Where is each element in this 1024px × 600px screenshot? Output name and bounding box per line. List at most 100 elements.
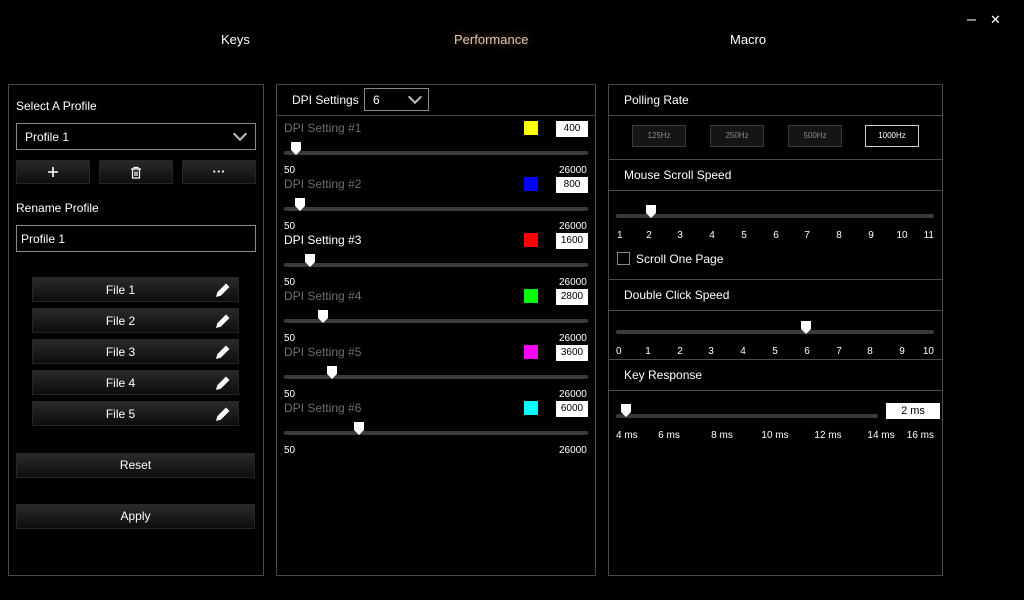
dpi-setting-5-slider-thumb[interactable] [327, 366, 337, 379]
key-response-tick: 4 ms [616, 430, 638, 441]
polling-rate-125[interactable]: 125Hz [632, 125, 686, 147]
file-item-label: File 4 [105, 376, 136, 390]
key-response-tick: 12 ms [814, 430, 842, 441]
profile-dropdown[interactable]: Profile 1 [16, 123, 256, 150]
double-click-speed-slider-thumb[interactable] [801, 321, 811, 334]
dpi-setting-1-label: DPI Setting #1 [284, 121, 362, 135]
double-click-speed-tick: 0 [616, 346, 622, 357]
dpi-setting-4-color-swatch[interactable] [524, 289, 538, 303]
dpi-panel [276, 84, 596, 576]
rename-profile-input[interactable]: Profile 1 [16, 225, 256, 252]
key-response-tick: 14 ms [867, 430, 895, 441]
close-button[interactable]: ✕ [990, 12, 1001, 28]
dpi-setting-6-value[interactable]: 6000 [556, 401, 588, 417]
key-response-tick: 10 ms [761, 430, 789, 441]
file-item-2[interactable]: File 2 [32, 308, 239, 333]
key-response-value[interactable]: 2 ms [886, 403, 940, 419]
tab-keys[interactable]: Keys [221, 32, 250, 47]
pencil-icon[interactable] [215, 375, 231, 391]
dpi-max-label: 26000 [559, 445, 587, 456]
dpi-setting-6-slider-thumb[interactable] [354, 422, 364, 435]
divider [609, 115, 942, 116]
dpi-setting-1-slider-thumb[interactable] [291, 142, 301, 155]
dpi-setting-6-slider[interactable] [284, 431, 588, 435]
scroll-speed-tick: 11 [923, 230, 934, 241]
dpi-max-label: 26000 [559, 165, 587, 176]
dpi-min-label: 50 [284, 445, 296, 456]
file-item-3[interactable]: File 3 [32, 339, 239, 364]
divider [609, 359, 942, 360]
dpi-setting-3-slider-thumb[interactable] [305, 254, 315, 267]
double-click-speed-tick: 4 [740, 346, 746, 357]
double-click-speed-tick: 8 [867, 346, 873, 357]
pencil-icon[interactable] [215, 406, 231, 422]
dpi-settings-label: DPI Settings [292, 93, 359, 107]
polling-rate-250[interactable]: 250Hz [710, 125, 764, 147]
pencil-icon[interactable] [215, 282, 231, 298]
more-options-button[interactable]: ··· [182, 160, 256, 184]
scroll-speed-tick: 9 [868, 230, 874, 241]
key-response-slider[interactable] [616, 414, 878, 418]
dpi-count-dropdown[interactable]: 6 [364, 88, 429, 111]
dpi-setting-5-value[interactable]: 3600 [556, 345, 588, 361]
file-item-1[interactable]: File 1 [32, 277, 239, 302]
scroll-speed-tick: 2 [646, 230, 652, 241]
delete-profile-button[interactable] [99, 160, 173, 184]
scroll-speed-slider-thumb[interactable] [646, 205, 656, 218]
divider [277, 115, 595, 116]
polling-rate-label: Polling Rate [624, 93, 689, 107]
minimize-button[interactable]: – [967, 12, 976, 28]
scroll-speed-tick: 4 [709, 230, 715, 241]
scroll-one-page-checkbox[interactable] [617, 252, 630, 265]
reset-button[interactable]: Reset [16, 453, 255, 478]
key-response-label: Key Response [624, 368, 703, 382]
select-profile-label: Select A Profile [16, 99, 97, 113]
dpi-setting-3-slider[interactable] [284, 263, 588, 267]
divider [609, 159, 942, 160]
key-response-tick: 16 ms [906, 430, 934, 441]
file-item-4[interactable]: File 4 [32, 370, 239, 395]
file-item-label: File 1 [105, 283, 136, 297]
double-click-speed-tick: 6 [804, 346, 810, 357]
dpi-setting-5-color-swatch[interactable] [524, 345, 538, 359]
dpi-setting-2-value[interactable]: 800 [556, 177, 588, 193]
double-click-speed-tick: 7 [836, 346, 842, 357]
dpi-setting-2-label: DPI Setting #2 [284, 177, 362, 191]
dpi-setting-2-color-swatch[interactable] [524, 177, 538, 191]
double-click-speed-slider[interactable] [616, 330, 934, 334]
dpi-setting-4-value[interactable]: 2800 [556, 289, 588, 305]
pencil-icon[interactable] [215, 344, 231, 360]
dpi-setting-1-value[interactable]: 400 [556, 121, 588, 137]
dpi-setting-2-slider-thumb[interactable] [295, 198, 305, 211]
dpi-setting-4-slider[interactable] [284, 319, 588, 323]
dpi-setting-1-slider[interactable] [284, 151, 588, 155]
trash-icon [131, 166, 141, 179]
dpi-setting-4-slider-thumb[interactable] [318, 310, 328, 323]
scroll-speed-slider[interactable] [616, 214, 934, 218]
double-click-speed-tick: 2 [677, 346, 683, 357]
tab-performance[interactable]: Performance [454, 32, 528, 47]
apply-button[interactable]: Apply [16, 504, 255, 529]
dpi-min-label: 50 [284, 389, 296, 400]
double-click-speed-tick: 1 [645, 346, 651, 357]
dpi-setting-2-slider[interactable] [284, 207, 588, 211]
scroll-speed-tick: 5 [741, 230, 747, 241]
scroll-speed-tick: 7 [804, 230, 810, 241]
scroll-speed-label: Mouse Scroll Speed [624, 168, 732, 182]
key-response-slider-thumb[interactable] [621, 404, 631, 417]
scroll-speed-tick: 1 [617, 230, 623, 241]
dpi-min-label: 50 [284, 165, 296, 176]
dpi-setting-3-color-swatch[interactable] [524, 233, 538, 247]
polling-rate-1000[interactable]: 1000Hz [865, 125, 919, 147]
tab-macro[interactable]: Macro [730, 32, 766, 47]
file-item-5[interactable]: File 5 [32, 401, 239, 426]
file-item-label: File 5 [105, 407, 136, 421]
dpi-setting-6-color-swatch[interactable] [524, 401, 538, 415]
dpi-setting-3-value[interactable]: 1600 [556, 233, 588, 249]
file-item-label: File 2 [105, 314, 136, 328]
double-click-speed-tick: 3 [708, 346, 714, 357]
dpi-setting-1-color-swatch[interactable] [524, 121, 538, 135]
pencil-icon[interactable] [215, 313, 231, 329]
add-profile-button[interactable] [16, 160, 90, 184]
polling-rate-500[interactable]: 500Hz [788, 125, 842, 147]
